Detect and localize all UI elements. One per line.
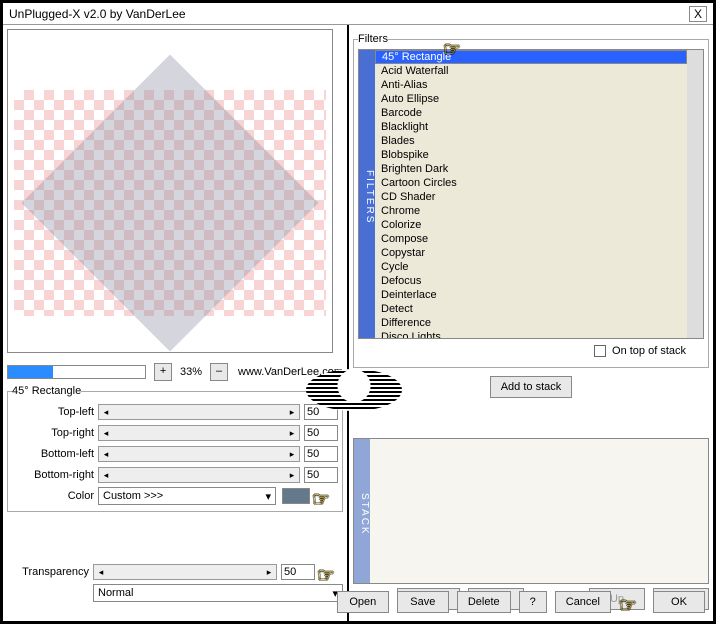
color-label: Color: [12, 490, 94, 502]
transparency-value[interactable]: [281, 564, 315, 580]
filter-item[interactable]: Disco Lights: [375, 330, 687, 338]
slider-label: Top-right: [12, 427, 94, 439]
filter-item[interactable]: 45° Rectangle: [375, 50, 687, 64]
window-title: UnPlugged-X v2.0 by VanDerLee: [9, 7, 689, 21]
help-button[interactable]: ?: [519, 591, 547, 613]
filter-item[interactable]: Compose: [375, 232, 687, 246]
filter-item[interactable]: Deinterlace: [375, 288, 687, 302]
scroll-down[interactable]: ▾: [687, 322, 703, 338]
pointer-icon: [312, 487, 338, 505]
zoom-bar[interactable]: [7, 365, 146, 379]
color-select[interactable]: Custom >>> ▾: [98, 487, 276, 505]
filter-item[interactable]: Cycle: [375, 260, 687, 274]
transparency-slider[interactable]: ◂▸: [93, 564, 277, 580]
color-swatch[interactable]: [282, 488, 310, 504]
diamond-shape: [22, 55, 319, 352]
slider-label: Bottom-left: [12, 448, 94, 460]
filter-item[interactable]: Acid Waterfall: [375, 64, 687, 78]
titlebar: UnPlugged-X v2.0 by VanDerLee X: [3, 3, 713, 25]
filter-item[interactable]: Defocus: [375, 274, 687, 288]
cancel-button[interactable]: Cancel: [555, 591, 611, 613]
filters-tab: FILTERS: [359, 50, 375, 338]
stack-tab: STACK: [354, 439, 370, 583]
blend-mode-select[interactable]: Normal ▾: [93, 584, 343, 602]
param-slider[interactable]: ◂▸: [98, 425, 300, 441]
add-to-stack-button[interactable]: Add to stack: [490, 376, 573, 398]
vendor-logo: [306, 369, 402, 411]
scroll-up[interactable]: ▴: [687, 50, 703, 66]
filters-group: Filters FILTERS 45° RectangleAcid Waterf…: [353, 33, 709, 368]
close-button[interactable]: X: [689, 6, 707, 22]
save-button[interactable]: Save: [397, 591, 449, 613]
zoom-percent: 33%: [174, 366, 208, 378]
filter-item[interactable]: Anti-Alias: [375, 78, 687, 92]
param-slider[interactable]: ◂▸: [98, 404, 300, 420]
zoom-out-button[interactable]: –: [210, 363, 228, 381]
scrollbar[interactable]: [687, 50, 703, 338]
preview-pane: [7, 29, 333, 353]
filter-item[interactable]: Brighten Dark: [375, 162, 687, 176]
stack-area: STACK: [353, 438, 709, 584]
ontop-checkbox[interactable]: [594, 345, 606, 357]
filter-item[interactable]: Blades: [375, 134, 687, 148]
param-slider[interactable]: ◂▸: [98, 446, 300, 462]
filter-item[interactable]: CD Shader: [375, 190, 687, 204]
chevron-down-icon: ▾: [265, 490, 271, 503]
filter-item[interactable]: Detect: [375, 302, 687, 316]
filter-item[interactable]: Colorize: [375, 218, 687, 232]
delete-button[interactable]: Delete: [457, 591, 511, 613]
param-value[interactable]: [304, 446, 338, 462]
filter-item[interactable]: Barcode: [375, 106, 687, 120]
param-value[interactable]: [304, 467, 338, 483]
param-slider[interactable]: ◂▸: [98, 467, 300, 483]
pointer-icon: [619, 593, 645, 611]
filter-item[interactable]: Blobspike: [375, 148, 687, 162]
slider-label: Bottom-right: [12, 469, 94, 481]
checker-bg: [14, 90, 326, 316]
filter-item[interactable]: Difference: [375, 316, 687, 330]
filter-item[interactable]: Chrome: [375, 204, 687, 218]
filters-list[interactable]: 45° RectangleAcid WaterfallAnti-AliasAut…: [375, 50, 703, 338]
filter-item[interactable]: Cartoon Circles: [375, 176, 687, 190]
filter-item[interactable]: Blacklight: [375, 120, 687, 134]
filter-item[interactable]: Auto Ellipse: [375, 92, 687, 106]
filter-params: 45° Rectangle Top-left ◂▸ Top-right ◂▸ Botto…: [7, 385, 343, 512]
pointer-icon: [317, 563, 343, 581]
filter-item[interactable]: Copystar: [375, 246, 687, 260]
stack-list[interactable]: [370, 439, 708, 583]
filter-params-legend: 45° Rectangle: [12, 385, 81, 397]
zoom-in-button[interactable]: +: [154, 363, 172, 381]
open-button[interactable]: Open: [337, 591, 389, 613]
slider-label: Top-left: [12, 406, 94, 418]
param-value[interactable]: [304, 425, 338, 441]
ontop-label: On top of stack: [612, 345, 686, 357]
filters-legend: Filters: [358, 33, 388, 45]
ok-button[interactable]: OK: [653, 591, 705, 613]
transparency-label: Transparency: [7, 566, 89, 578]
